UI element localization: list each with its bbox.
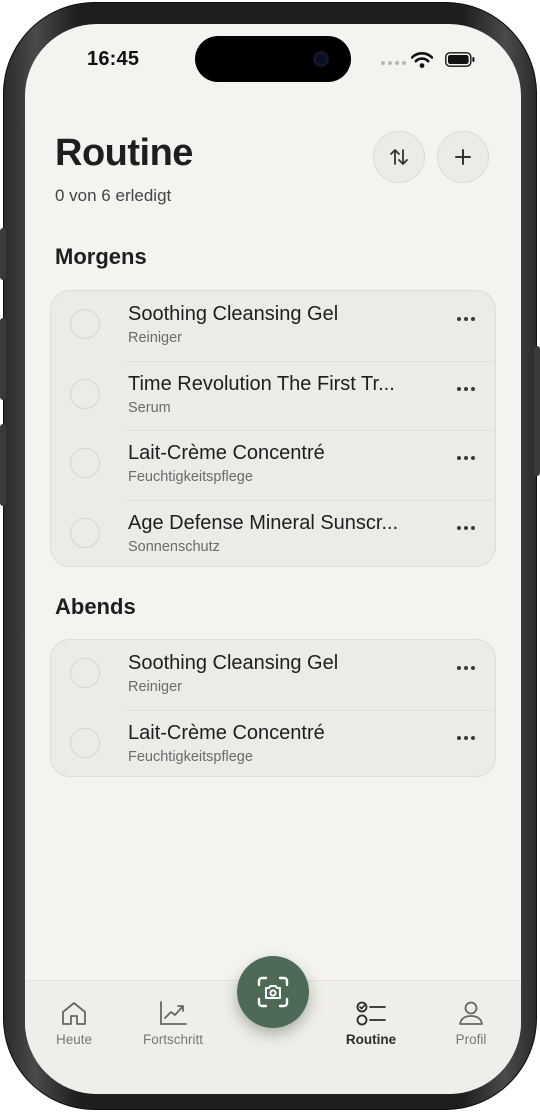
product-name: Age Defense Mineral Sunscr... (128, 511, 399, 534)
screen: 16:45 Routine 0 von 6 erledigt Morgens S… (25, 24, 521, 1094)
product-name: Soothing Cleansing Gel (128, 652, 339, 674)
list-item[interactable]: Soothing Cleansing Gel Reiniger (51, 291, 495, 361)
power-button (534, 346, 540, 476)
completion-checkbox[interactable] (70, 517, 100, 548)
completion-checkbox[interactable] (70, 378, 100, 409)
product-category: Reiniger (128, 330, 182, 346)
list-item[interactable]: Time Revolution The First Tr... Serum (51, 360, 495, 431)
product-category: Reiniger (128, 679, 182, 695)
tab-heute[interactable]: Heute (34, 999, 114, 1047)
product-name: Time Revolution The First Tr... (128, 372, 395, 395)
sort-arrows-icon (390, 149, 408, 165)
status-time: 16:45 (87, 48, 140, 70)
scan-button[interactable] (237, 956, 309, 1028)
tab-fortschritt[interactable]: Fortschritt (133, 999, 213, 1047)
page-title: Routine (55, 132, 193, 174)
camera-scan-icon (257, 976, 289, 1008)
list-item[interactable]: Soothing Cleansing Gel Reiniger (51, 640, 495, 710)
front-camera (313, 51, 329, 67)
tab-label: Heute (55, 1032, 93, 1047)
more-options-icon[interactable] (457, 386, 475, 391)
product-name: Lait-Crème Concentré (128, 442, 325, 464)
list-item[interactable]: Age Defense Mineral Sunscr... Sonnenschu… (51, 499, 495, 570)
tab-profil[interactable]: Profil (431, 999, 511, 1047)
section-title-evening: Abends (55, 594, 136, 619)
tab-label: Fortschritt (142, 1032, 203, 1047)
add-button[interactable] (437, 131, 489, 183)
product-category: Feuchtigkeitspflege (128, 748, 253, 765)
list-item[interactable]: Lait-Crème Concentré Feuchtigkeitspflege (51, 709, 495, 780)
evening-routine-list: Soothing Cleansing Gel Reiniger Lait-Crè… (50, 639, 496, 777)
volume-down-button (0, 424, 6, 506)
person-icon (459, 1001, 483, 1025)
product-category: Sonnenschutz (128, 538, 220, 555)
chart-icon (160, 1001, 187, 1025)
more-options-icon[interactable] (457, 735, 475, 740)
volume-up-button (0, 318, 6, 400)
tab-label: Routine (345, 1032, 397, 1047)
product-name: Lait-Crème Concentré (128, 721, 325, 744)
tab-label: Profil (455, 1032, 487, 1047)
action-button (0, 228, 6, 280)
product-category: Feuchtigkeitspflege (128, 469, 253, 485)
morning-routine-list: Soothing Cleansing Gel Reiniger Time Rev… (50, 290, 496, 567)
more-options-icon[interactable] (457, 456, 475, 460)
more-options-icon[interactable] (457, 317, 475, 321)
tab-routine[interactable]: Routine (331, 999, 411, 1047)
more-options-icon[interactable] (457, 666, 475, 670)
completion-checkbox[interactable] (70, 658, 100, 688)
completion-checkbox[interactable] (70, 448, 100, 478)
house-icon (62, 1002, 86, 1025)
checklist-icon (356, 1001, 386, 1026)
phone-frame: 16:45 Routine 0 von 6 erledigt Morgens S… (3, 2, 537, 1110)
product-category: Serum (128, 399, 171, 416)
plus-icon (455, 149, 471, 165)
product-name: Soothing Cleansing Gel (128, 303, 339, 325)
section-title-morning: Morgens (55, 244, 147, 269)
progress-text: 0 von 6 erledigt (55, 186, 172, 205)
list-item[interactable]: Lait-Crème Concentré Feuchtigkeitspflege (51, 430, 495, 500)
wifi-icon (411, 52, 433, 68)
completion-checkbox[interactable] (70, 309, 100, 339)
sort-button[interactable] (373, 131, 425, 183)
dynamic-island (195, 36, 351, 82)
more-options-icon[interactable] (457, 525, 475, 530)
cellular-signal-icon (381, 61, 406, 65)
completion-checkbox[interactable] (70, 727, 100, 758)
battery-icon (445, 52, 475, 67)
